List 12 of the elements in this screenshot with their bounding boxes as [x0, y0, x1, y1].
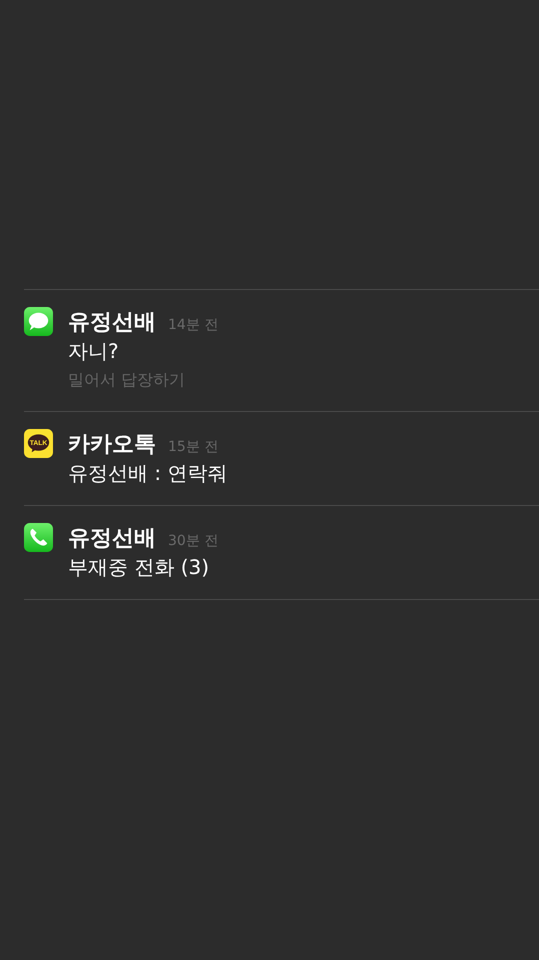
notification-message: 부재중 전화 (3) — [68, 554, 210, 581]
notification-title: 유정선배 — [68, 309, 156, 337]
notification-message: 유정선배 : 연락줘 — [68, 460, 228, 487]
notification-title: 카카오톡 — [68, 431, 156, 459]
notification-time: 15분 전 — [168, 438, 218, 456]
notification-title: 유정선배 — [68, 525, 156, 553]
slide-to-reply-hint[interactable]: 밀어서 답장하기 — [68, 367, 218, 393]
notification-time: 30분 전 — [168, 532, 218, 550]
speech-bubble-icon — [24, 307, 53, 336]
notification-message: 자니? — [68, 338, 120, 365]
notification-time: 14분 전 — [168, 316, 218, 334]
phone-icon — [24, 523, 53, 552]
